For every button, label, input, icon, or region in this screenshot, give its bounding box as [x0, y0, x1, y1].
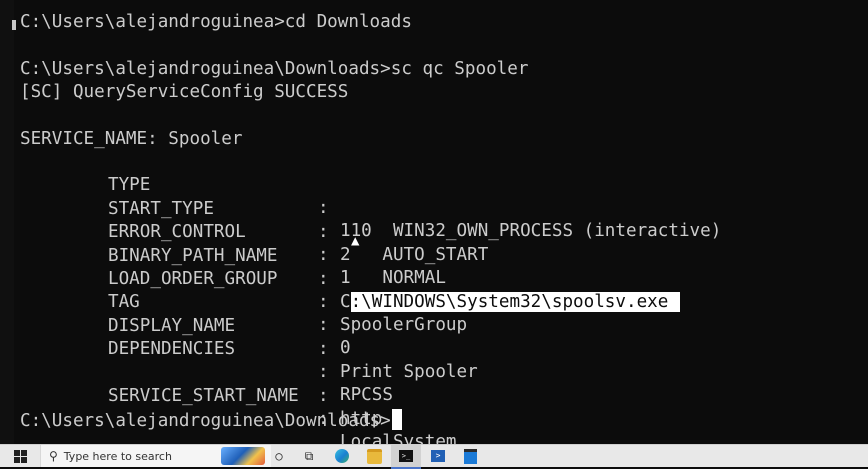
search-placeholder: Type here to search: [63, 449, 172, 463]
field-value: 0: [340, 338, 351, 358]
field-sep: :: [318, 245, 329, 265]
field-sep: :: [318, 315, 329, 335]
field-tag: TAG : 0: [20, 268, 351, 358]
mouse-pointer-icon: ▲: [351, 233, 360, 249]
field-key: TYPE: [108, 175, 151, 195]
field-display-name: DISPLAY_NAME : Print Spooler: [20, 292, 478, 382]
field-type: TYPE : 110 WIN32_OWN_PROCESS (interactiv…: [20, 151, 721, 241]
field-start-type: START_TYPE : 2 AUTO_START: [20, 175, 488, 265]
field-value: 110 WIN32_OWN_PROCESS (interactive): [340, 221, 722, 241]
taskbar-search-box[interactable]: ⚲ Type here to search: [40, 445, 271, 467]
field-key: START_TYPE: [108, 199, 214, 219]
value-prefix: C: [340, 292, 351, 312]
console-line-service-name: SERVICE_NAME: Spooler: [20, 129, 243, 149]
field-value: RPCSS: [340, 385, 393, 405]
field-sep: :: [318, 292, 329, 312]
cortana-icon[interactable]: ○: [264, 445, 294, 467]
field-key: LOAD_ORDER_GROUP: [108, 269, 278, 289]
field-key: TAG: [108, 292, 140, 312]
edge-icon[interactable]: [327, 445, 357, 467]
field-key: ERROR_CONTROL: [108, 222, 246, 242]
search-icon: ⚲: [49, 449, 58, 463]
console-window[interactable]: C:\Users\alejandroguinea>cd Downloads C:…: [0, 0, 868, 444]
field-value[interactable]: C:\WINDOWS\System32\spoolsv.exe: [340, 291, 681, 314]
field-value: LocalSystem: [340, 432, 457, 444]
field-sep: :: [318, 386, 329, 406]
field-binary-path[interactable]: BINARY_PATH_NAME : C:\WINDOWS\System32\s…: [20, 222, 681, 312]
field-key: DISPLAY_NAME: [108, 316, 236, 336]
field-value: Print Spooler: [340, 362, 478, 382]
search-highlight-image: [221, 447, 265, 465]
task-view-icon[interactable]: ⧉: [294, 445, 324, 467]
windows-start-icon[interactable]: [0, 445, 40, 467]
command-prompt[interactable]: C:\Users\alejandroguinea\Downloads>: [20, 409, 402, 432]
field-load-order-group: LOAD_ORDER_GROUP : SpoolerGroup: [20, 245, 467, 335]
field-key: SERVICE_START_NAME: [108, 386, 299, 406]
field-sep: :: [318, 362, 329, 382]
terminal-icon[interactable]: >_: [391, 445, 421, 469]
selected-text[interactable]: :\WINDOWS\System32\spoolsv.exe: [350, 292, 681, 312]
field-sep: :: [318, 222, 329, 242]
field-dependencies-cont: : http: [20, 339, 382, 429]
field-sep: :: [318, 198, 329, 218]
console-line-sc-result: [SC] QueryServiceConfig SUCCESS: [20, 82, 349, 102]
field-value: SpoolerGroup: [340, 315, 468, 335]
prompt-text: C:\Users\alejandroguinea\Downloads>: [20, 411, 391, 431]
field-error-control: ERROR_CONTROL : 1 NORMAL: [20, 198, 446, 288]
store-icon[interactable]: [455, 445, 485, 467]
file-explorer-icon[interactable]: [359, 445, 389, 467]
field-key: BINARY_PATH_NAME: [108, 246, 278, 266]
console-line-sc-command: C:\Users\alejandroguinea\Downloads>sc qc…: [20, 59, 529, 79]
field-value: 2 AUTO_START: [340, 245, 489, 265]
field-sep: :: [318, 339, 329, 359]
field-key: DEPENDENCIES: [108, 339, 236, 359]
field-service-start-name: SERVICE_START_NAME : LocalSystem: [20, 362, 457, 444]
field-value: 1 NORMAL: [340, 268, 446, 288]
field-dependencies: DEPENDENCIES : RPCSS: [20, 315, 393, 405]
window-left-edge: [0, 0, 16, 444]
taskbar: ⚲ Type here to search ○ ⧉ >_ >: [0, 444, 868, 469]
field-sep: :: [318, 269, 329, 289]
powershell-icon[interactable]: >: [423, 445, 453, 467]
text-cursor: [391, 409, 402, 430]
console-line-cd: C:\Users\alejandroguinea>cd Downloads: [20, 12, 412, 32]
